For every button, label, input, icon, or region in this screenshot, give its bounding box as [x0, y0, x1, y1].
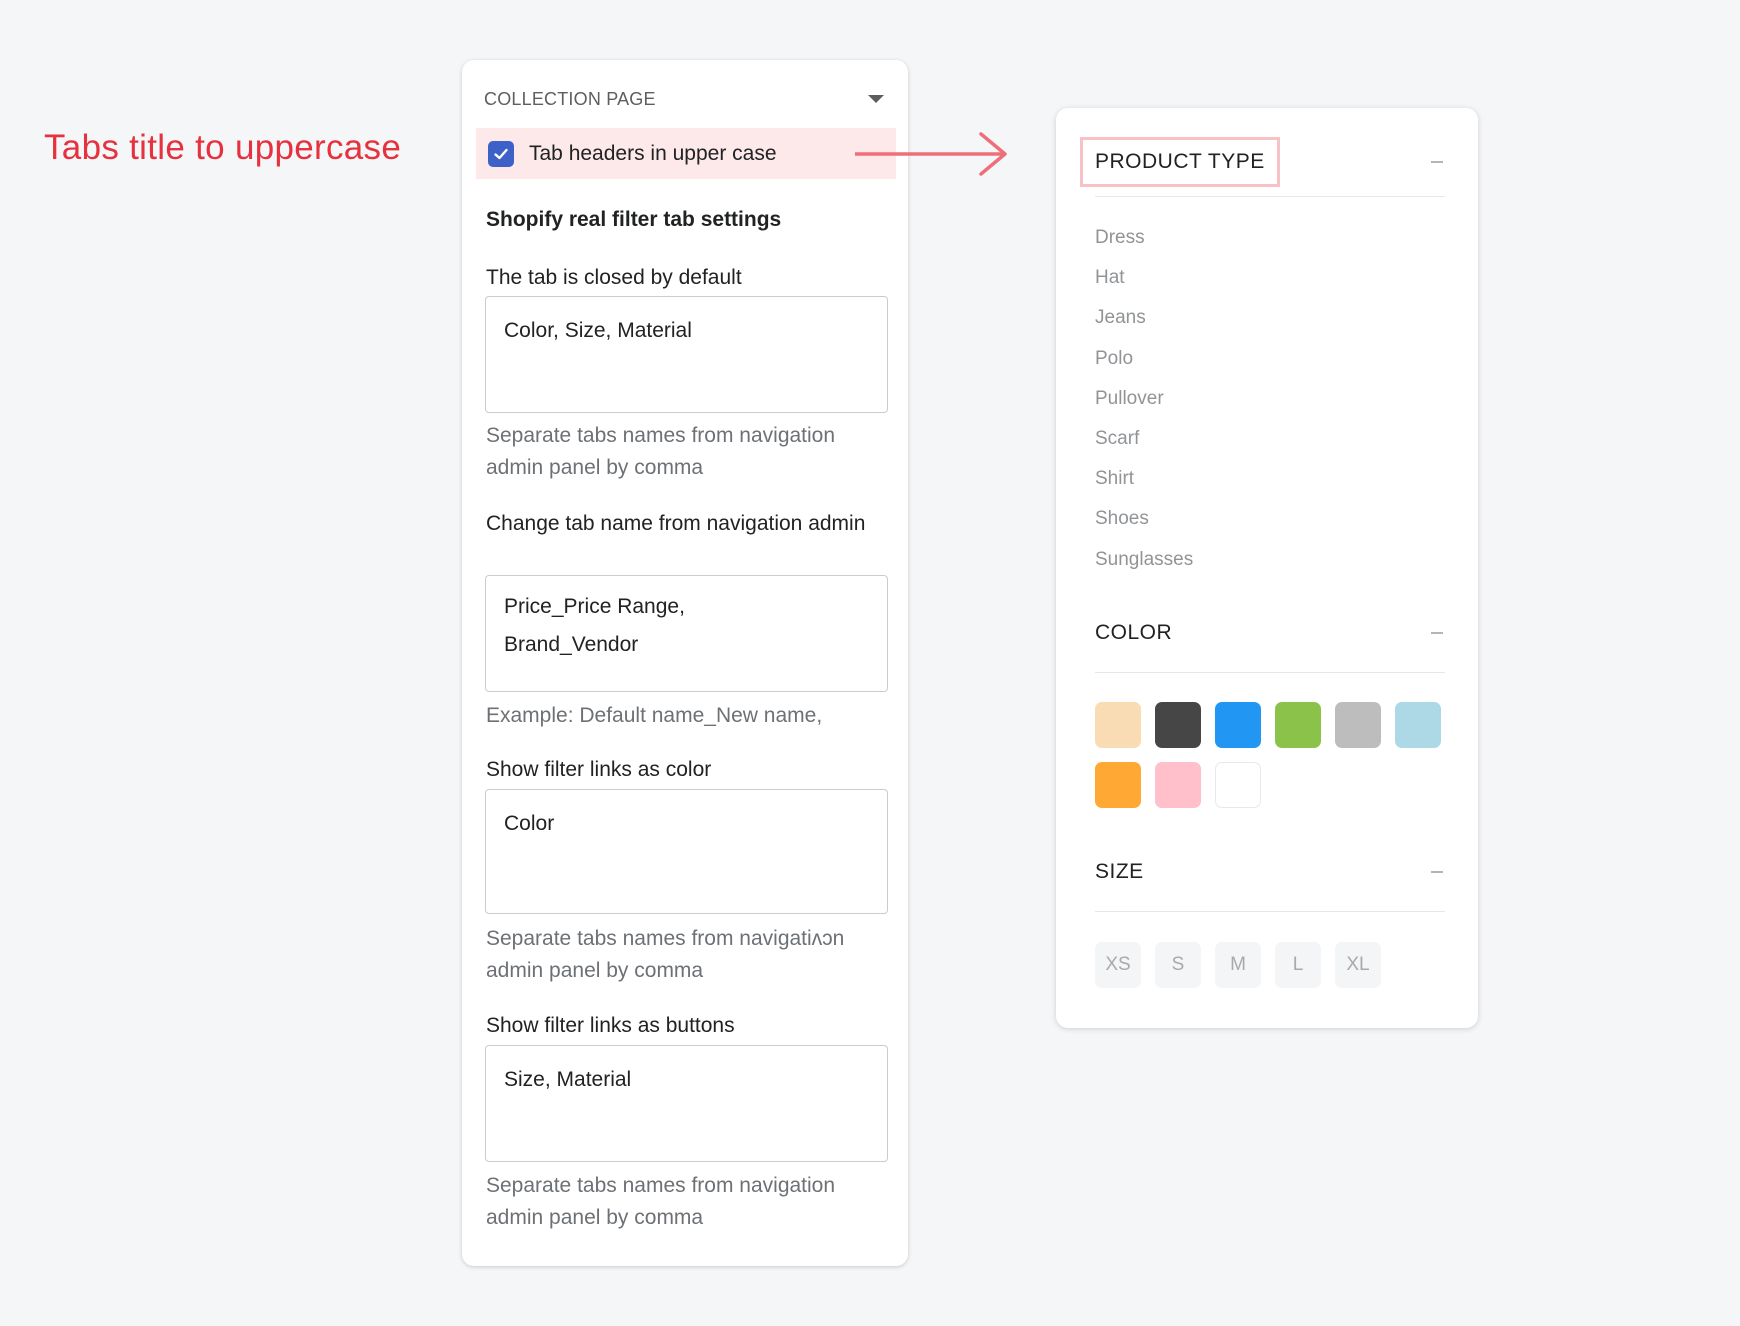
color-swatches — [1095, 702, 1455, 808]
product-type-item[interactable]: Polo — [1095, 339, 1193, 379]
collapse-minus-icon[interactable] — [1431, 871, 1443, 873]
color-links-label: Show filter links as color — [486, 758, 712, 781]
divider — [1095, 196, 1445, 197]
color-swatch[interactable] — [1155, 702, 1201, 748]
color-swatch[interactable] — [1215, 762, 1261, 808]
rename-tab-textarea[interactable]: Price_Price Range, Brand_Vendor — [485, 575, 888, 692]
size-header[interactable]: SIZE — [1095, 857, 1445, 887]
annotation-arrow-icon — [855, 132, 1007, 176]
size-button[interactable]: L — [1275, 942, 1321, 988]
button-links-label: Show filter links as buttons — [486, 1014, 735, 1037]
product-type-title: PRODUCT TYPE — [1080, 137, 1280, 187]
collection-page-header[interactable]: COLLECTION PAGE — [484, 84, 886, 114]
product-type-item[interactable]: Shoes — [1095, 499, 1193, 539]
product-type-item[interactable]: Dress — [1095, 218, 1193, 258]
collapse-minus-icon[interactable] — [1431, 632, 1443, 634]
panel-title: COLLECTION PAGE — [484, 88, 656, 109]
product-type-item[interactable]: Shirt — [1095, 459, 1193, 499]
product-type-item[interactable]: Pullover — [1095, 379, 1193, 419]
color-links-help: Separate tabs names from navigatiʌɔn adm… — [486, 927, 845, 982]
collection-page-settings-panel: COLLECTION PAGE Tab headers in upper cas… — [462, 60, 908, 1266]
color-swatch[interactable] — [1155, 762, 1201, 808]
divider — [1095, 911, 1445, 912]
product-type-item[interactable]: Scarf — [1095, 419, 1193, 459]
rename-tab-help: Example: Default name_New name, — [486, 704, 823, 727]
color-swatch[interactable] — [1215, 702, 1261, 748]
color-swatch[interactable] — [1095, 702, 1141, 748]
size-title: SIZE — [1095, 860, 1144, 883]
button-links-textarea[interactable]: Size, Material — [485, 1045, 888, 1162]
color-swatch[interactable] — [1395, 702, 1441, 748]
annotation-caption: Tabs title to uppercase — [44, 128, 402, 167]
collapse-minus-icon[interactable] — [1431, 161, 1443, 163]
color-swatch[interactable] — [1095, 762, 1141, 808]
size-button[interactable]: XL — [1335, 942, 1381, 988]
divider — [1095, 672, 1445, 673]
color-title: COLOR — [1095, 621, 1173, 644]
size-button[interactable]: XS — [1095, 942, 1141, 988]
color-links-textarea[interactable]: Color — [485, 789, 888, 914]
product-type-item[interactable]: Jeans — [1095, 298, 1193, 338]
filter-preview-panel: PRODUCT TYPE Dress Hat Jeans Polo Pullover Sc… — [1056, 108, 1478, 1028]
button-links-help: Separate tabs names from navigation admi… — [486, 1174, 836, 1229]
size-buttons: XS S M L XL — [1095, 942, 1381, 988]
checkmark-icon — [494, 148, 508, 159]
closed-by-default-label: The tab is closed by default — [486, 266, 742, 289]
product-type-item[interactable]: Sunglasses — [1095, 540, 1193, 580]
uppercase-checkbox[interactable] — [488, 140, 514, 167]
uppercase-setting-row: Tab headers in upper case — [476, 128, 896, 179]
product-type-list: Dress Hat Jeans Polo Pullover Scarf Shirt Shoes… — [1095, 218, 1193, 580]
rename-tab-label: Change tab name from navigation admin — [486, 512, 866, 535]
product-type-item[interactable]: Hat — [1095, 258, 1193, 298]
caret-down-icon[interactable] — [868, 95, 884, 103]
size-button[interactable]: M — [1215, 942, 1261, 988]
closed-by-default-textarea[interactable]: Color, Size, Material — [485, 296, 888, 413]
product-type-header[interactable]: PRODUCT TYPE — [1080, 137, 1445, 187]
uppercase-checkbox-label[interactable]: Tab headers in upper case — [529, 142, 777, 166]
color-swatch[interactable] — [1275, 702, 1321, 748]
color-header[interactable]: COLOR — [1095, 618, 1445, 648]
closed-by-default-help: Separate tabs names from navigation admi… — [486, 424, 836, 479]
section-title: Shopify real filter tab settings — [486, 208, 782, 231]
color-swatch[interactable] — [1335, 702, 1381, 748]
size-button[interactable]: S — [1155, 942, 1201, 988]
